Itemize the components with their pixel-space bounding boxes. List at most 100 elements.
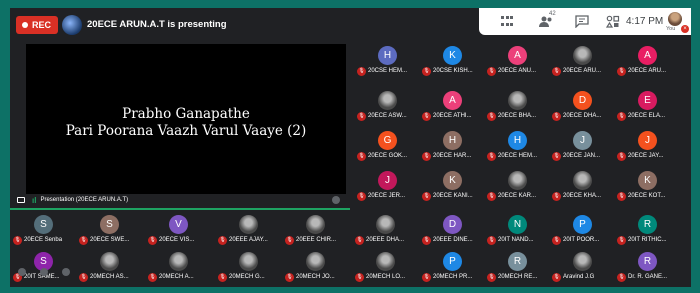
- participant-avatar: D: [443, 215, 462, 234]
- screen-share-icon: [17, 197, 25, 203]
- participant-name: 20ECE HAR...: [433, 153, 472, 159]
- participant-tile[interactable]: 🎙 20MECH JO...: [282, 248, 348, 286]
- mic-muted-icon: 🎙: [148, 273, 157, 282]
- participant-tile[interactable]: V 🎙 20ECE VIS...: [145, 211, 211, 249]
- participant-tile[interactable]: E 🎙 20ECE ELA...: [614, 87, 680, 125]
- slide-line-1: Prabho Ganapathe: [122, 106, 250, 122]
- participant-tile[interactable]: J 🎙 20ECE JAN...: [549, 127, 615, 165]
- mic-muted-icon: 🎙: [617, 273, 626, 282]
- participant-name: 20ECE KHA...: [563, 193, 602, 199]
- mic-muted-icon: 🎙: [79, 236, 88, 245]
- participant-tile[interactable]: K 🎙 20ECE KOT...: [614, 167, 680, 205]
- participant-tile[interactable]: R 🎙 20MECH RE...: [484, 248, 550, 286]
- chat-icon[interactable]: [575, 15, 589, 28]
- activities-icon[interactable]: [606, 15, 620, 28]
- presentation-label: Presentation (20ECE ARUN.A.T): [40, 197, 129, 203]
- participant-tile[interactable]: D 🎙 20ECE DHA...: [549, 87, 615, 125]
- participant-tile[interactable]: D 🎙 20EEE DINE...: [419, 211, 485, 249]
- meet-window: REC 20ECE ARUN.A.T is presenting 42 4:17…: [10, 8, 691, 287]
- more-icon[interactable]: [40, 268, 48, 276]
- participant-avatar: A: [508, 46, 527, 65]
- participant-avatar: G: [378, 131, 397, 150]
- participant-name: 20EEE CHIR...: [296, 237, 337, 243]
- participant-tile[interactable]: 🎙 20EEE CHIR...: [282, 211, 348, 249]
- mic-muted-icon: 🎙: [487, 67, 496, 76]
- participant-tile[interactable]: R 🎙 20IT RITHIC...: [614, 211, 680, 249]
- participant-avatar: V: [169, 215, 188, 234]
- participant-tile[interactable]: K 🎙 20ECE KANI...: [419, 167, 485, 205]
- mic-muted-icon: 🎙: [552, 236, 561, 245]
- mic-muted-icon: 🎙: [285, 273, 294, 282]
- participant-tile[interactable]: 🎙 20ECE ARU...: [549, 42, 615, 80]
- participant-avatar: [573, 46, 592, 65]
- participant-avatar: J: [573, 131, 592, 150]
- participant-tile[interactable]: H 🎙 20ECE HEM...: [484, 127, 550, 165]
- grid-layout-icon[interactable]: [501, 16, 515, 29]
- mic-muted-icon: 🎙: [218, 236, 227, 245]
- participant-tile[interactable]: S 🎙 20ECE Senba: [10, 211, 76, 249]
- mic-muted-icon: 🎙: [422, 112, 431, 121]
- participant-tile[interactable]: 🎙 Aravind J.G: [549, 248, 615, 286]
- participant-name: 20MECH LO...: [366, 274, 406, 280]
- participant-name: 20ECE VIS...: [159, 237, 195, 243]
- mic-muted-icon: 🎙: [357, 112, 366, 121]
- hand-icon[interactable]: [18, 268, 26, 276]
- participant-name: 20MECH A...: [159, 274, 194, 280]
- mic-muted-icon: 🎙: [357, 152, 366, 161]
- participant-name: 20EEE DINE...: [433, 237, 473, 243]
- participant-tile[interactable]: K 🎙 20CSE KISH...: [419, 42, 485, 80]
- participant-tile[interactable]: 🎙 20EEE AJAY...: [215, 211, 281, 249]
- participant-tile[interactable]: 🎙 20MECH AS...: [76, 248, 142, 286]
- participant-tile[interactable]: 🎙 20ECE KHA...: [549, 167, 615, 205]
- participant-tile[interactable]: A 🎙 20ECE ARU...: [614, 42, 680, 80]
- close-icon[interactable]: ×: [681, 25, 689, 33]
- participant-name: 20IT RITHIC...: [628, 237, 667, 243]
- participant-avatar: K: [443, 171, 462, 190]
- participant-avatar: E: [638, 91, 657, 110]
- participant-name: 20ECE HEM...: [498, 153, 538, 159]
- mic-muted-icon: 🎙: [79, 273, 88, 282]
- participant-tile[interactable]: A 🎙 20ECE ANU...: [484, 42, 550, 80]
- leave-icon[interactable]: [62, 268, 70, 276]
- participant-name: 20MECH AS...: [90, 274, 129, 280]
- self-avatar[interactable]: [668, 12, 682, 26]
- participant-tile[interactable]: N 🎙 20IT NAND...: [484, 211, 550, 249]
- participant-tile[interactable]: 🎙 20ECE KAR...: [484, 167, 550, 205]
- participant-name: 20ECE KOT...: [628, 193, 666, 199]
- participant-tile[interactable]: 🎙 20ECE BHA...: [484, 87, 550, 125]
- participant-tile[interactable]: R 🎙 Dr. R. GANE...: [614, 248, 680, 286]
- mic-muted-icon: 🎙: [218, 273, 227, 282]
- participant-tile[interactable]: J 🎙 20ECE JAY...: [614, 127, 680, 165]
- participant-name: 20EEE AJAY...: [229, 237, 268, 243]
- participant-tile[interactable]: J 🎙 20ECE JER...: [354, 167, 420, 205]
- participant-avatar: [239, 215, 258, 234]
- participant-avatar: [378, 91, 397, 110]
- mic-muted-icon: 🎙: [422, 67, 431, 76]
- participant-tile[interactable]: P 🎙 20MECH PR...: [419, 248, 485, 286]
- participant-name: 20CSE HEM...: [368, 68, 408, 74]
- participant-tile[interactable]: A 🎙 20ECE ATHI...: [419, 87, 485, 125]
- self-label: You: [666, 26, 676, 32]
- participant-tile[interactable]: S 🎙 20ECE SWE...: [76, 211, 142, 249]
- participant-avatar: J: [638, 131, 657, 150]
- participant-avatar: R: [508, 252, 527, 271]
- presenter-status: 20ECE ARUN.A.T is presenting: [87, 19, 227, 30]
- participant-tile[interactable]: G 🎙 20ECE GOK...: [354, 127, 420, 165]
- presenter-options-icon[interactable]: [332, 196, 340, 204]
- participant-tile[interactable]: P 🎙 20IT POOR...: [549, 211, 615, 249]
- participant-avatar: A: [443, 91, 462, 110]
- mic-muted-icon: 🎙: [552, 112, 561, 121]
- participant-tile[interactable]: 🎙 20MECH LO...: [352, 248, 418, 286]
- participant-tile[interactable]: H 🎙 20CSE HEM...: [354, 42, 420, 80]
- recording-label: REC: [32, 20, 52, 30]
- participant-count-badge: 42: [549, 11, 556, 17]
- participant-tile[interactable]: 🎙 20ECE ASW...: [354, 87, 420, 125]
- participant-avatar: R: [638, 252, 657, 271]
- participant-avatar: S: [34, 215, 53, 234]
- participant-tile[interactable]: 🎙 20MECH A...: [145, 248, 211, 286]
- participant-tile[interactable]: H 🎙 20ECE HAR...: [419, 127, 485, 165]
- participant-tile[interactable]: 🎙 20MECH G...: [215, 248, 281, 286]
- mic-muted-icon: 🎙: [487, 152, 496, 161]
- participant-tile[interactable]: 🎙 20EEE DHA...: [352, 211, 418, 249]
- mic-muted-icon: 🎙: [422, 273, 431, 282]
